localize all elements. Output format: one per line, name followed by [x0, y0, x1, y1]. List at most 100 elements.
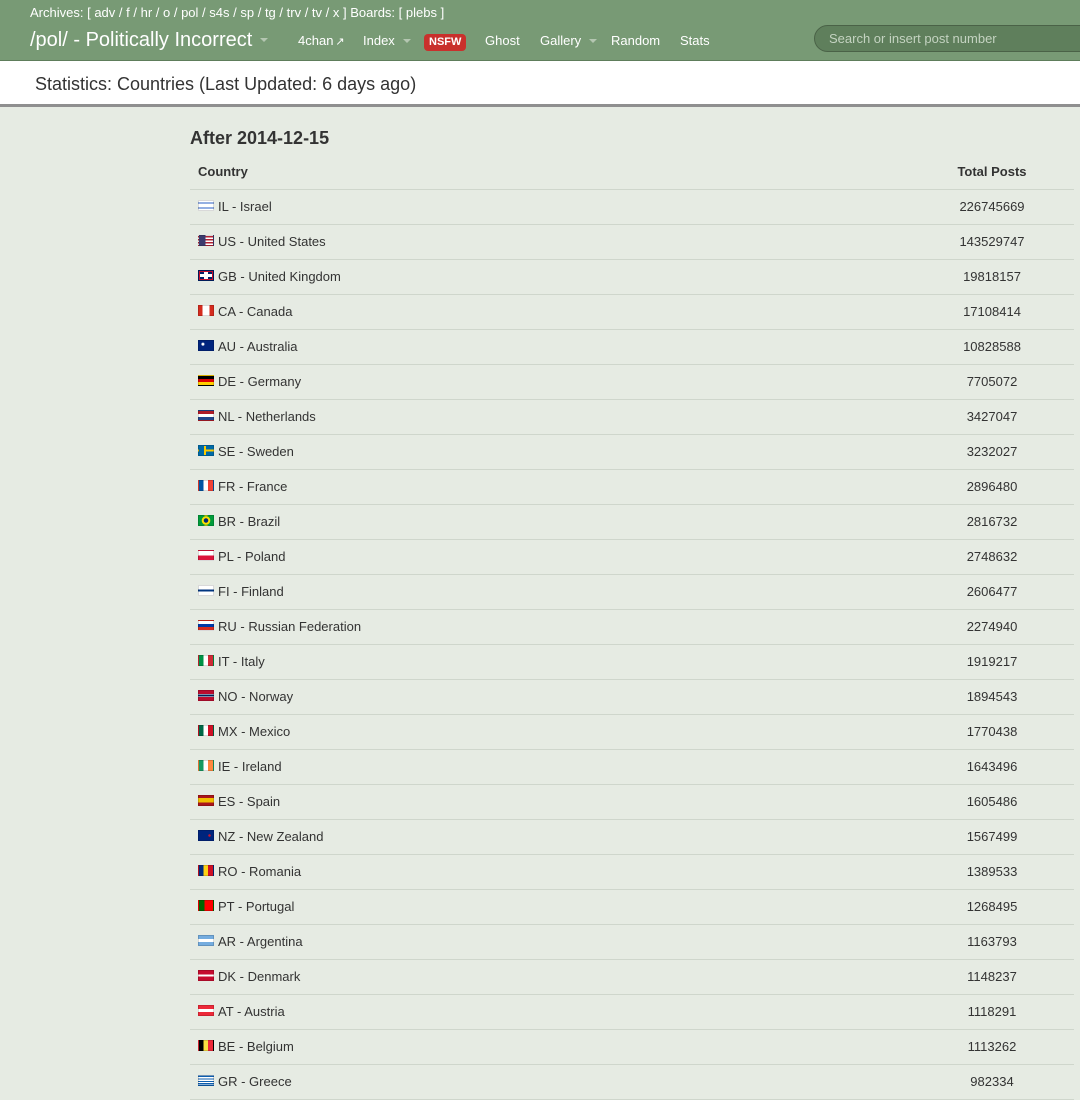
table-row: FR - France2896480 — [190, 469, 1074, 504]
board-link-plebs[interactable]: plebs — [406, 5, 437, 20]
country-cell: PL - Poland — [190, 539, 910, 574]
total-posts-cell: 3427047 — [910, 399, 1074, 434]
norway-flag-icon — [198, 690, 214, 701]
total-posts-cell: 2816732 — [910, 504, 1074, 539]
table-row: IL - Israel 226745669 — [190, 189, 1074, 224]
table-row: IE - Ireland 1643496 — [190, 749, 1074, 784]
table-row: NZ - New Zealand1567499 — [190, 819, 1074, 854]
archive-link-pol[interactable]: pol — [181, 5, 198, 20]
table-row: PT - Portugal1268495 — [190, 889, 1074, 924]
page-heading-bar: Statistics: Countries (Last Updated: 6 d… — [0, 61, 1080, 107]
archive-link-tv[interactable]: tv — [312, 5, 322, 20]
archive-link-adv[interactable]: adv — [94, 5, 115, 20]
belgium-flag-icon — [198, 1040, 214, 1051]
boards-prefix: ] Boards: [ — [343, 5, 402, 20]
archive-link-f[interactable]: f — [126, 5, 130, 20]
country-cell: IL - Israel — [190, 189, 910, 224]
nav-stats-link[interactable]: Stats — [680, 33, 710, 48]
country-cell: BR - Brazil — [190, 504, 910, 539]
nav-4chan-label: 4chan — [298, 33, 333, 48]
archive-link-o[interactable]: o — [163, 5, 170, 20]
usa-flag-icon — [198, 235, 214, 246]
archive-link-sp[interactable]: sp — [240, 5, 254, 20]
country-cell: AR - Argentina — [190, 924, 910, 959]
nav-ghost-link[interactable]: Ghost — [485, 33, 520, 48]
total-posts-cell: 1643496 — [910, 749, 1074, 784]
total-posts-cell: 1163793 — [910, 924, 1074, 959]
nav-gallery-dropdown[interactable]: Gallery — [540, 33, 597, 48]
table-row: GB - United Kingdom19818157 — [190, 259, 1074, 294]
table-row: DK - Denmark1148237 — [190, 959, 1074, 994]
archive-link-tg[interactable]: tg — [265, 5, 276, 20]
country-name: PL - Poland — [218, 549, 285, 564]
top-navbar: Archives: [ adv / f / hr / o / pol / s4s… — [0, 0, 1080, 61]
uk-flag-icon — [198, 270, 214, 281]
table-row: BR - Brazil 2816732 — [190, 504, 1074, 539]
country-cell: AT - Austria — [190, 994, 910, 1029]
table-row: CA - Canada17108414 — [190, 294, 1074, 329]
australia-flag-icon — [198, 340, 214, 351]
country-stats-table: Country Total Posts IL - Israel 226745669… — [190, 162, 1074, 1100]
country-name: DK - Denmark — [218, 969, 300, 984]
board-links: plebs — [406, 5, 437, 20]
table-row: RU - Russian Federation2274940 — [190, 609, 1074, 644]
archive-link-hr[interactable]: hr — [141, 5, 153, 20]
total-posts-cell: 17108414 — [910, 294, 1074, 329]
archives-prefix: Archives: [ — [30, 5, 91, 20]
country-cell: MX - Mexico — [190, 714, 910, 749]
country-cell: DK - Denmark — [190, 959, 910, 994]
france-flag-icon — [198, 480, 214, 491]
table-row: AU - Australia10828588 — [190, 329, 1074, 364]
country-cell: NO - Norway — [190, 679, 910, 714]
post-search-input[interactable] — [814, 25, 1080, 52]
ireland-flag-icon — [198, 760, 214, 771]
total-posts-cell: 10828588 — [910, 329, 1074, 364]
country-cell: NL - Netherlands — [190, 399, 910, 434]
country-name: IE - Ireland — [218, 759, 282, 774]
table-header-row: Country Total Posts — [190, 162, 1074, 189]
country-name: ES - Spain — [218, 794, 280, 809]
country-cell: BE - Belgium — [190, 1029, 910, 1064]
chevron-down-icon — [260, 38, 268, 42]
country-name: PT - Portugal — [218, 899, 294, 914]
portugal-flag-icon — [198, 900, 214, 911]
country-name: BR - Brazil — [218, 514, 280, 529]
total-posts-cell: 226745669 — [910, 189, 1074, 224]
canada-flag-icon — [198, 305, 214, 316]
country-name: BE - Belgium — [218, 1039, 294, 1054]
denmark-flag-icon — [198, 970, 214, 981]
table-row: MX - Mexico1770438 — [190, 714, 1074, 749]
external-link-icon: ↗ — [335, 36, 344, 48]
country-cell: IE - Ireland — [190, 749, 910, 784]
sweden-flag-icon — [198, 445, 214, 456]
total-posts-cell: 19818157 — [910, 259, 1074, 294]
section-title: After 2014-12-15 — [190, 128, 329, 149]
table-row: NL - Netherlands 3427047 — [190, 399, 1074, 434]
country-name: NL - Netherlands — [218, 409, 316, 424]
boards-suffix: ] — [441, 5, 445, 20]
country-name: IL - Israel — [218, 199, 272, 214]
country-name: MX - Mexico — [218, 724, 290, 739]
nav-random-link[interactable]: Random — [611, 33, 660, 48]
total-posts-cell: 7705072 — [910, 364, 1074, 399]
archive-link-s4s[interactable]: s4s — [209, 5, 229, 20]
country-cell: RU - Russian Federation — [190, 609, 910, 644]
country-name: AT - Austria — [218, 1004, 285, 1019]
archive-link-x[interactable]: x — [333, 5, 340, 20]
poland-flag-icon — [198, 550, 214, 561]
nav-index-dropdown[interactable]: Index — [363, 33, 411, 48]
total-posts-cell: 1919217 — [910, 644, 1074, 679]
total-posts-cell: 2274940 — [910, 609, 1074, 644]
country-cell: AU - Australia — [190, 329, 910, 364]
table-row: FI - Finland2606477 — [190, 574, 1074, 609]
archive-link-trv[interactable]: trv — [287, 5, 301, 20]
country-name: IT - Italy — [218, 654, 265, 669]
country-name: SE - Sweden — [218, 444, 294, 459]
country-cell: US - United States — [190, 224, 910, 259]
country-cell: FI - Finland — [190, 574, 910, 609]
finland-flag-icon — [198, 585, 214, 596]
country-name: AR - Argentina — [218, 934, 303, 949]
nav-4chan-link[interactable]: 4chan↗ — [298, 33, 345, 48]
board-title-dropdown[interactable]: /pol/ - Politically Incorrect — [30, 29, 268, 52]
nav-gallery-label: Gallery — [540, 33, 581, 48]
